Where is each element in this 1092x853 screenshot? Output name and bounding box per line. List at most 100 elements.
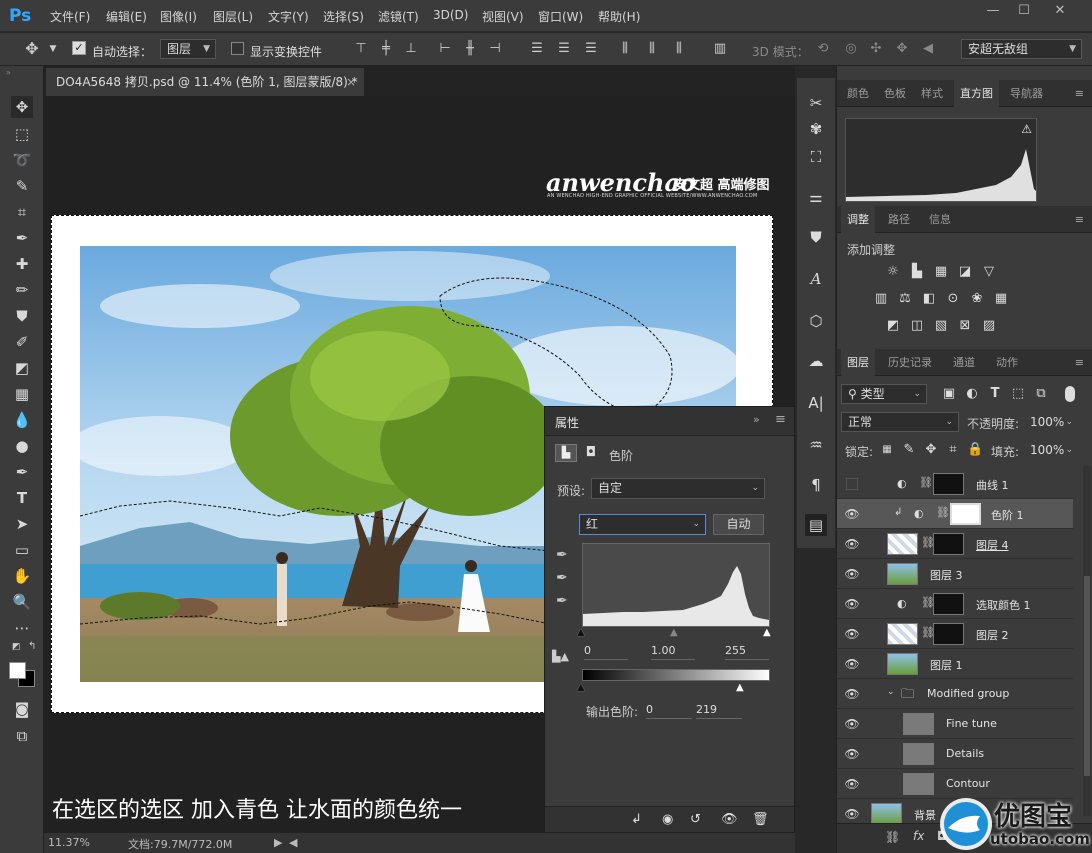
adjustments-icon[interactable]: ⚌ <box>805 186 827 208</box>
gray-point-eyedropper-icon[interactable]: ✒ <box>556 570 568 586</box>
chevron-down-icon[interactable]: ⌄ <box>887 687 895 697</box>
distribute-right-icon[interactable]: ⫼ <box>671 42 687 56</box>
black-point-eyedropper-icon[interactable]: ✒ <box>556 547 568 563</box>
lock-position-icon[interactable]: ✥ <box>923 442 939 458</box>
brush-presets-icon[interactable]: ✾ <box>805 118 827 140</box>
stamp-icon[interactable]: ⛊ <box>805 226 827 248</box>
paragraph-icon[interactable]: ¶ <box>805 474 827 496</box>
lock-transparent-icon[interactable]: ▦ <box>879 442 895 458</box>
vibrance-icon[interactable]: ▽ <box>981 264 997 280</box>
input-white-field[interactable]: 255 <box>725 643 769 660</box>
lock-pixels-icon[interactable]: ✎ <box>901 442 917 458</box>
eye-icon[interactable]: 👁 <box>844 597 860 611</box>
align-left-icon[interactable]: ⊢ <box>437 42 453 56</box>
eye-icon[interactable]: 👁 <box>844 507 860 521</box>
reset-icon[interactable]: ↺ <box>690 812 701 827</box>
menu-window[interactable]: 窗口(W) <box>538 8 583 25</box>
pen-tool-icon[interactable]: ✒ <box>11 461 33 483</box>
exposure-icon[interactable]: ◪ <box>957 264 973 280</box>
align-vcenter-icon[interactable]: ╪ <box>378 42 394 56</box>
layer-row[interactable]: 👁 ⛓ 图层 2 <box>837 619 1073 649</box>
delete-icon[interactable]: 🗑 <box>752 812 769 827</box>
posterize-icon[interactable]: ◫ <box>909 318 925 334</box>
layer-mask-thumbnail[interactable] <box>950 503 981 525</box>
eye-icon[interactable]: 👁 <box>844 717 860 731</box>
clipping-warning-icon[interactable]: ▙▲ <box>552 650 569 663</box>
layer-thumbnail[interactable] <box>871 803 902 825</box>
lock-artboard-icon[interactable]: ⌗ <box>945 442 961 458</box>
3d-drag-icon[interactable]: ✣ <box>868 42 884 56</box>
output-white-field[interactable]: 219 <box>696 702 742 719</box>
mask-icon[interactable]: ◘ <box>582 444 600 462</box>
workspace-dropdown[interactable]: 安超无敌组 ▼ <box>961 39 1082 59</box>
layer-thumbnail[interactable] <box>903 713 934 735</box>
eyedropper-tool-icon[interactable]: ✒ <box>11 227 33 249</box>
distribute-vcenter-icon[interactable]: ☰ <box>556 42 572 56</box>
crop-tool-icon[interactable]: ⌗ <box>11 201 33 223</box>
layer-thumbnail[interactable] <box>887 623 918 645</box>
menu-image[interactable]: 图像(I) <box>160 8 197 25</box>
brush-tool-icon[interactable]: ✏ <box>11 279 33 301</box>
tab-paths[interactable]: 路径 <box>882 206 916 233</box>
auto-button[interactable]: 自动 <box>713 514 764 535</box>
input-black-slider[interactable]: ▲ <box>577 627 585 638</box>
input-gamma-field[interactable]: 1.00 <box>651 643 695 660</box>
align-bottom-icon[interactable]: ⊥ <box>403 42 419 56</box>
white-point-eyedropper-icon[interactable]: ✒ <box>556 593 568 609</box>
quick-mask-icon[interactable]: ◙ <box>11 698 33 720</box>
color-balance-icon[interactable]: ⚖ <box>897 291 913 307</box>
3d-rotate-icon[interactable]: ⟲ <box>815 42 831 56</box>
menu-3d[interactable]: 3D(D) <box>433 8 468 22</box>
photo-filter-icon[interactable]: ⊙ <box>945 291 961 307</box>
threshold-icon[interactable]: ▧ <box>933 318 949 334</box>
type-tool-icon[interactable]: T <box>11 487 33 509</box>
channel-dropdown[interactable]: 红 ⌄ <box>579 514 706 535</box>
character-icon[interactable]: A <box>805 268 827 290</box>
align-top-icon[interactable]: ⊤ <box>353 42 369 56</box>
opacity-field[interactable]: 100% ⌄ <box>1023 412 1079 432</box>
layer-mask-thumbnail[interactable] <box>933 623 964 645</box>
distribute-left-icon[interactable]: ⫼ <box>617 42 633 56</box>
tab-info[interactable]: 信息 <box>923 206 957 233</box>
layer-style-icon[interactable]: fx <box>913 829 924 843</box>
collapse-icon[interactable]: » <box>6 68 11 77</box>
panel-menu-icon[interactable]: ≡ <box>1075 356 1084 369</box>
layer-row[interactable]: 👁 Details <box>837 739 1073 769</box>
menu-filter[interactable]: 滤镜(T) <box>378 8 419 25</box>
output-white-slider[interactable]: ▲ <box>736 682 744 693</box>
dodge-tool-icon[interactable]: ● <box>11 435 33 457</box>
lasso-tool-icon[interactable]: ➰ <box>11 149 33 171</box>
tab-histogram[interactable]: 直方图 <box>954 80 999 107</box>
layer-thumbnail[interactable] <box>887 653 918 675</box>
rectangle-tool-icon[interactable]: ▭ <box>11 539 33 561</box>
3d-roll-icon[interactable]: ◎ <box>843 42 859 56</box>
menu-edit[interactable]: 编辑(E) <box>106 8 147 25</box>
filter-shape-icon[interactable]: ⬚ <box>1010 386 1026 402</box>
levels-adjustment-icon[interactable]: ▙ <box>555 444 577 462</box>
curves-icon[interactable]: ▦ <box>933 264 949 280</box>
auto-select-target-dropdown[interactable]: 图层 ▼ <box>160 39 216 59</box>
swap-colors-icon[interactable]: ↰ <box>28 641 36 652</box>
marquee-tool-icon[interactable]: ⬚ <box>11 123 33 145</box>
tab-styles[interactable]: 样式 <box>915 80 949 107</box>
menu-type[interactable]: 文字(Y) <box>268 8 309 25</box>
properties-icon[interactable]: ▤ <box>805 514 827 536</box>
scrollbar-thumb[interactable] <box>1084 576 1090 776</box>
layer-thumbnail[interactable] <box>903 743 934 765</box>
zoom-tool-icon[interactable]: 🔍 <box>11 591 33 613</box>
gradient-map-icon[interactable]: ▨ <box>981 318 997 334</box>
lock-all-icon[interactable]: 🔒 <box>967 442 983 458</box>
invert-icon[interactable]: ◩ <box>885 318 901 334</box>
output-black-field[interactable]: 0 <box>646 702 692 719</box>
eye-icon[interactable]: 👁 <box>844 537 860 551</box>
filter-toggle[interactable] <box>1065 386 1075 402</box>
fill-field[interactable]: 100% ⌄ <box>1023 440 1079 460</box>
scroll-left-icon[interactable]: ◀ <box>289 836 297 849</box>
preset-dropdown[interactable]: 自定 ⌄ <box>591 478 765 499</box>
3d-camera-icon[interactable]: ◀ <box>920 42 936 56</box>
hue-saturation-icon[interactable]: ▥ <box>873 291 889 307</box>
menu-file[interactable]: 文件(F) <box>50 8 90 25</box>
brush-settings-icon[interactable]: ♒ <box>805 434 827 456</box>
menu-view[interactable]: 视图(V) <box>482 8 524 25</box>
auto-align-icon[interactable]: ▥ <box>712 42 728 56</box>
